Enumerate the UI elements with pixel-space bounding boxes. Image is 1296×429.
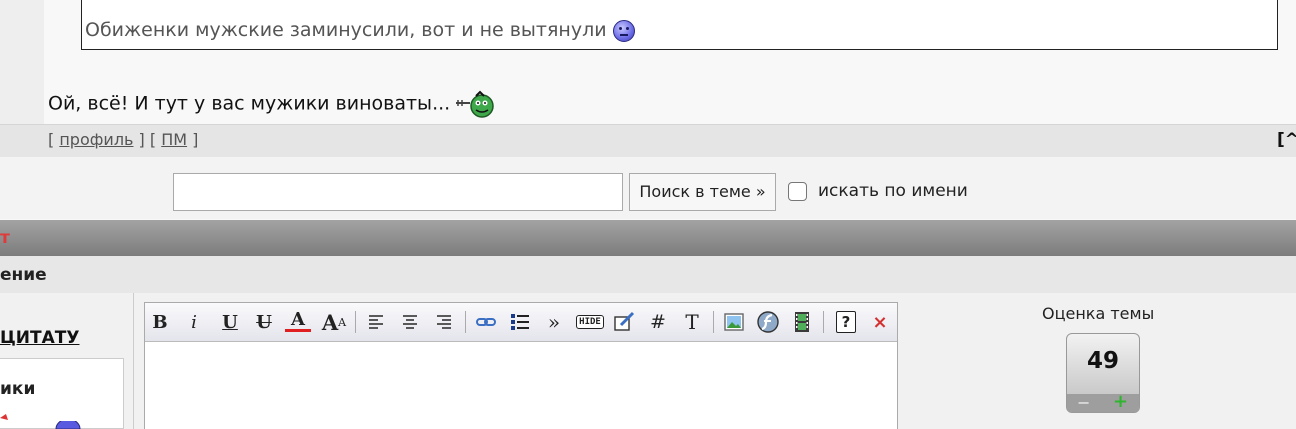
reply-subheader-text: ение xyxy=(0,265,47,285)
font-type-button[interactable]: T xyxy=(679,309,705,335)
post-message-text: Ой, всё! И тут у вас мужики виноваты... xyxy=(48,92,451,115)
toolbar-separator xyxy=(713,311,714,333)
bracket-open: [ xyxy=(48,130,60,149)
topic-rating-label: Оценка темы xyxy=(1042,304,1155,323)
edit-note-icon[interactable] xyxy=(611,309,637,335)
toolbar-separator xyxy=(355,311,356,333)
rating-minus-button[interactable]: − xyxy=(1077,395,1090,411)
reply-section-title: т xyxy=(0,228,10,248)
profile-link[interactable]: профиль xyxy=(59,130,133,149)
post-message: Ой, всё! И тут у вас мужики виноваты... xyxy=(48,89,498,119)
quote-text: Обиженки мужские заминусили, вот и не вы… xyxy=(85,19,607,41)
smiles-panel-title: ики xyxy=(0,379,36,399)
message-textarea[interactable] xyxy=(145,342,897,428)
hide-label: HIDE xyxy=(576,315,604,329)
topic-search-button[interactable]: Поиск в теме » xyxy=(629,173,776,211)
font-size-label: A xyxy=(321,309,339,335)
toolbar-separator xyxy=(465,311,466,333)
post-author-column xyxy=(0,0,44,124)
search-by-name-checkbox[interactable] xyxy=(788,182,807,201)
bulleted-list-icon[interactable] xyxy=(507,309,533,335)
topic-rating-widget: 49 − + xyxy=(1066,333,1140,413)
heart-smiley-icon[interactable] xyxy=(0,414,12,429)
font-size-button[interactable]: AA xyxy=(321,309,347,335)
post-footer-links: [ профиль ] [ ПМ ] xyxy=(48,130,198,149)
help-icon: ? xyxy=(836,311,856,333)
rating-controls: − + xyxy=(1067,393,1139,412)
smiley-partial-icon[interactable] xyxy=(55,421,81,429)
bomb-smiley-icon xyxy=(456,90,494,118)
editor-toolbar: B i U U A AA » HIDE # T ? × xyxy=(145,303,897,342)
help-button[interactable]: ? xyxy=(833,309,859,335)
font-color-button[interactable]: A xyxy=(285,309,311,332)
topic-rating-value: 49 xyxy=(1086,348,1119,374)
align-right-icon[interactable] xyxy=(431,309,457,335)
hide-button[interactable]: HIDE xyxy=(573,309,607,335)
quote-button[interactable]: » xyxy=(541,309,567,335)
link-icon[interactable] xyxy=(473,309,499,335)
flash-icon[interactable] xyxy=(755,309,781,335)
confused-smiley-icon xyxy=(612,19,635,42)
toolbar-separator xyxy=(823,311,824,333)
font-size-small-label: A xyxy=(338,315,347,329)
italic-button[interactable]: i xyxy=(181,309,207,335)
reply-subheader xyxy=(0,256,1296,294)
left-panel-divider xyxy=(133,293,134,429)
reply-section-header xyxy=(0,220,1296,256)
scroll-to-top-link[interactable]: [^ xyxy=(1277,130,1296,150)
code-hash-button[interactable]: # xyxy=(645,309,671,335)
bracket-mid: ] [ xyxy=(133,130,162,149)
topic-search-input[interactable] xyxy=(173,173,623,211)
align-center-icon[interactable] xyxy=(397,309,423,335)
close-icon[interactable]: × xyxy=(867,309,893,335)
pm-link[interactable]: ПМ xyxy=(161,130,187,149)
insert-quote-link[interactable]: ЦИТАТУ xyxy=(0,328,79,348)
align-left-icon[interactable] xyxy=(363,309,389,335)
underline-button[interactable]: U xyxy=(217,309,243,335)
quote-text-line: Обиженки мужские заминусили, вот и не вы… xyxy=(85,19,635,42)
video-film-icon[interactable] xyxy=(789,309,815,335)
insert-image-icon[interactable] xyxy=(721,309,747,335)
message-editor: B i U U A AA » HIDE # T ? × xyxy=(144,302,898,429)
rating-plus-button[interactable]: + xyxy=(1113,393,1128,411)
quote-block: Обиженки мужские заминусили, вот и не вы… xyxy=(81,0,1278,50)
bold-button[interactable]: B xyxy=(147,309,173,335)
bracket-close: ] xyxy=(187,130,199,149)
strikethrough-button[interactable]: U xyxy=(251,309,277,335)
search-by-name-label: искать по имени xyxy=(818,181,968,201)
